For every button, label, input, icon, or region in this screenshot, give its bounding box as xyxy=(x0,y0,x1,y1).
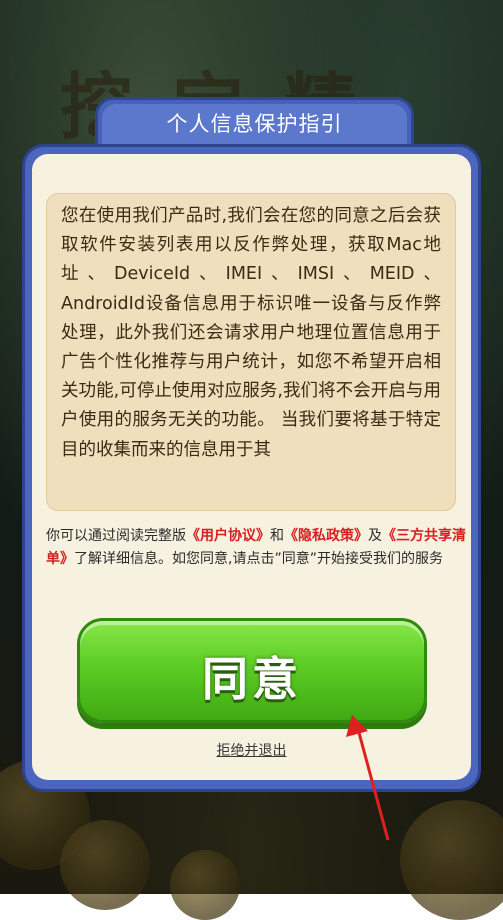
notice-text: 你可以通过阅读完整版《用户协议》和《隐私政策》及《三方共享清单》了解详细信息。如… xyxy=(46,525,471,571)
agree-button-label: 同意 xyxy=(80,643,424,709)
notice-and: 和 xyxy=(270,528,284,544)
user-agreement-link[interactable]: 《用户协议》 xyxy=(186,528,270,544)
annotation-arrow-icon xyxy=(340,715,400,845)
notice-prefix: 你可以通过阅读完整版 xyxy=(46,528,186,544)
notice-and2: 及 xyxy=(368,528,382,544)
privacy-policy-link[interactable]: 《隐私政策》 xyxy=(284,528,368,544)
notice-suffix: 了解详细信息。如您同意,请点击”同意”开始接受我们的服务 xyxy=(74,551,443,567)
privacy-text-scroll-area[interactable]: 您在使用我们产品时,我们会在您的同意之后会获取软件安装列表用以反作弊处理，获取M… xyxy=(46,193,456,511)
reject-and-exit-link[interactable]: 拒绝并退出 xyxy=(0,740,503,760)
privacy-body-text: 您在使用我们产品时,我们会在您的同意之后会获取软件安装列表用以反作弊处理，获取M… xyxy=(47,194,455,465)
dialog-title: 个人信息保护指引 xyxy=(98,108,411,138)
agree-button[interactable]: 同意 xyxy=(77,618,427,723)
